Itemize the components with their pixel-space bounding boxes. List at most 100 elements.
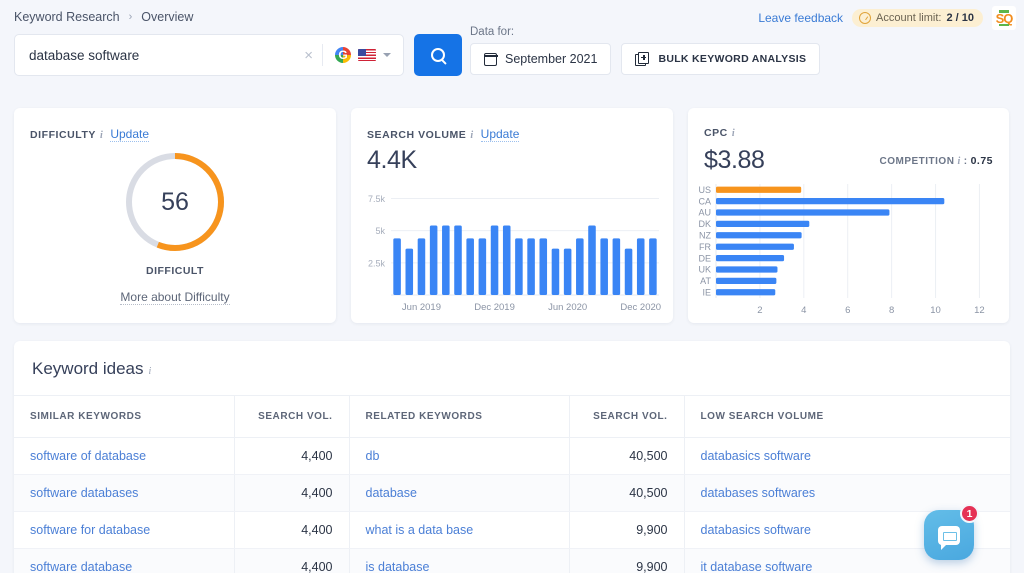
info-icon[interactable]: i [732, 128, 735, 139]
difficulty-gauge: 56 DIFFICULT More about Difficulty [14, 150, 336, 305]
keyword-link[interactable]: databasics software [701, 449, 811, 463]
top-bar: Keyword Research › Overview Leave feedba… [0, 0, 1024, 96]
cpc-country-chart: 2 4 6 8 10 12 USCA AUDK NZFRDE UKAT IE [698, 184, 985, 316]
svg-text:7.5k: 7.5k [368, 194, 386, 204]
date-period-button[interactable]: September 2021 [470, 43, 612, 75]
bulk-analysis-icon [635, 51, 650, 67]
svg-text:12: 12 [974, 305, 985, 316]
page-root: Keyword Research › Overview Leave feedba… [0, 0, 1024, 573]
difficulty-update-link[interactable]: Update [110, 127, 150, 142]
keyword-link[interactable]: software of database [30, 449, 146, 463]
search-input[interactable] [29, 47, 296, 63]
search-volume-title: SEARCH VOLUME [367, 129, 467, 141]
search-volume-card-header: SEARCH VOLUME i Update [367, 127, 520, 142]
keyword-link[interactable]: what is a data base [366, 523, 474, 537]
table-row: software databases 4,400 database 40,500 dat… [14, 474, 1010, 512]
breadcrumb-root[interactable]: Keyword Research [14, 10, 120, 24]
data-for-section: Data for: September 2021 BULK KEYWORD AN… [470, 26, 821, 75]
cpc-title: CPC [704, 127, 728, 139]
account-limit-badge[interactable]: Account limit: 2 / 10 [852, 9, 983, 27]
keyword-link[interactable]: software database [30, 560, 132, 573]
svg-text:CA: CA [698, 196, 711, 206]
info-icon[interactable]: i [149, 366, 152, 377]
search-volume-value: 4.4K [367, 146, 417, 174]
keyword-link[interactable]: database [366, 486, 417, 500]
cell-related-keyword: db [348, 437, 569, 475]
keyword-link[interactable]: it database software [701, 560, 813, 573]
app-logo[interactable]: SQ [992, 6, 1016, 30]
column-similar-keywords[interactable]: SIMILAR KEYWORDS [14, 395, 234, 438]
cell-related-search-vol: 9,900 [568, 548, 684, 573]
svg-text:2: 2 [757, 305, 762, 316]
info-icon[interactable]: i [470, 130, 473, 141]
column-similar-search-vol[interactable]: SEARCH VOL. [233, 395, 349, 438]
keyword-ideas-table: SIMILAR KEYWORDS SEARCH VOL. RELATED KEY… [14, 395, 1010, 573]
column-low-search-volume[interactable]: LOW SEARCH VOLUME [683, 395, 1010, 438]
cell-related-keyword: what is a data base [348, 511, 569, 549]
logo-letter-q: Q [1003, 10, 1013, 26]
keyword-link[interactable]: db [366, 449, 380, 463]
search-volume-chart: 2.5k 5k 7.5k Jun 2019 Dec 2019 Jun 2020 Dec 20… [368, 194, 661, 313]
data-for-label: Data for: [470, 26, 515, 38]
keyword-link[interactable]: software for database [30, 523, 150, 537]
search-engine-selector[interactable] [323, 47, 397, 63]
cell-similar-keyword: software for database [14, 511, 234, 549]
search-button[interactable] [414, 34, 462, 76]
svg-text:FR: FR [699, 242, 711, 252]
info-icon[interactable]: i [100, 130, 103, 141]
metric-cards: DIFFICULTY i Update 56 DIFFICULT More ab… [14, 108, 1009, 323]
svg-text:AT: AT [700, 276, 711, 286]
keyword-ideas-body: software of database 4,400 db 40,500 databas… [14, 437, 1010, 573]
cell-similar-search-vol: 4,400 [233, 511, 349, 549]
cpc-value: $3.88 [704, 146, 765, 174]
svg-text:4: 4 [801, 305, 806, 316]
chevron-down-icon [383, 53, 391, 57]
calendar-icon [483, 52, 498, 66]
bulk-keyword-analysis-button[interactable]: BULK KEYWORD ANALYSIS [621, 43, 821, 75]
search-volume-update-link[interactable]: Update [480, 127, 520, 142]
cell-related-keyword: is database [348, 548, 569, 573]
chat-bubble-icon [938, 525, 960, 550]
difficulty-rating: DIFFICULT [146, 265, 204, 277]
difficulty-card: DIFFICULTY i Update 56 DIFFICULT More ab… [14, 108, 336, 323]
table-header-row: SIMILAR KEYWORDS SEARCH VOL. RELATED KEY… [14, 395, 1010, 438]
account-limit-value: 2 / 10 [946, 12, 974, 24]
table-row: software database 4,400 is database 9,900 it… [14, 548, 1010, 573]
cell-similar-keyword: software of database [14, 437, 234, 475]
keyword-ideas-title-text: Keyword ideas [32, 359, 144, 378]
chat-widget-button[interactable]: 1 [924, 504, 979, 560]
svg-text:2.5k: 2.5k [368, 258, 386, 268]
svg-text:Dec 2020: Dec 2020 [620, 302, 661, 313]
cell-similar-search-vol: 4,400 [233, 474, 349, 512]
cell-related-keyword: database [348, 474, 569, 512]
keyword-link[interactable]: software databases [30, 486, 138, 500]
cell-similar-search-vol: 4,400 [233, 437, 349, 475]
info-icon[interactable]: i [957, 156, 960, 167]
svg-text:AU: AU [698, 208, 711, 218]
keyword-link[interactable]: databases softwares [701, 486, 816, 500]
search-box[interactable]: × [14, 34, 404, 76]
keyword-ideas-panel: Keyword ideas i SIMILAR KEYWORDS SEARCH … [14, 341, 1010, 573]
svg-text:5k: 5k [375, 226, 385, 236]
column-related-keywords[interactable]: RELATED KEYWORDS [348, 395, 569, 438]
breadcrumb: Keyword Research › Overview [14, 10, 193, 24]
column-related-search-vol[interactable]: SEARCH VOL. [568, 395, 684, 438]
cell-related-search-vol: 40,500 [568, 437, 684, 475]
keyword-link[interactable]: databasics software [701, 523, 811, 537]
us-flag-icon [358, 49, 376, 61]
svg-text:DK: DK [698, 219, 711, 229]
difficulty-title: DIFFICULTY [30, 129, 96, 141]
keyword-link[interactable]: is database [366, 560, 430, 573]
competition-metric: COMPETITION i : 0.75 [879, 155, 993, 167]
cell-similar-keyword: software database [14, 548, 234, 573]
clear-icon[interactable]: × [295, 48, 322, 63]
cell-similar-keyword: software databases [14, 474, 234, 512]
svg-text:Dec 2019: Dec 2019 [474, 302, 515, 313]
svg-text:Jun 2020: Jun 2020 [548, 302, 587, 313]
svg-text:NZ: NZ [699, 231, 711, 241]
difficulty-card-header: DIFFICULTY i Update [30, 127, 150, 142]
cell-related-search-vol: 40,500 [568, 474, 684, 512]
breadcrumb-current[interactable]: Overview [141, 10, 193, 24]
leave-feedback-link[interactable]: Leave feedback [758, 11, 843, 25]
more-about-difficulty-link[interactable]: More about Difficulty [120, 290, 230, 305]
